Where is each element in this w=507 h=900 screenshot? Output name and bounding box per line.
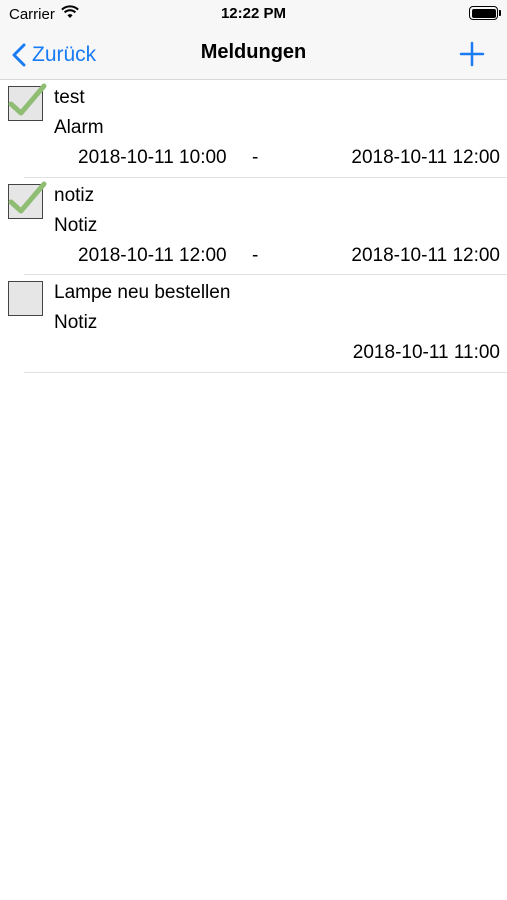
date-range-separator: - [252,147,259,168]
date-range-separator: - [252,244,259,266]
battery-tip [499,10,501,16]
row-divider [24,371,507,373]
page-title: Meldungen [200,41,307,63]
clock: 12:22 PM [220,5,287,22]
checkmark-icon [8,83,47,116]
item-start-date: 2018-10-11 10:00 [78,147,227,168]
add-icon[interactable] [456,38,488,70]
list-item[interactable]: test Alarm 2018-10-11 10:00 - 2018-10-11… [0,80,507,178]
list-item[interactable]: notiz Notiz 2018-10-11 12:00 - 2018-10-1… [0,178,507,275]
battery-icon [469,6,498,20]
item-end-date: 2018-10-11 11:00 [352,342,500,363]
item-end-date: 2018-10-11 12:00 [351,244,500,266]
checkbox[interactable] [8,281,43,316]
item-end-date: 2018-10-11 12:00 [351,147,500,168]
status-bar: Carrier 12:22 PM [0,0,507,30]
checkbox[interactable] [8,83,47,121]
notification-list: test Alarm 2018-10-11 10:00 - 2018-10-11… [0,80,507,373]
list-item[interactable]: Lampe neu bestellen Notiz 2018-10-11 11:… [0,275,507,373]
navigation-bar: Zurück Meldungen [0,30,507,80]
item-type: Alarm [54,117,104,138]
checkmark-icon [8,181,47,213]
item-title: notiz [54,184,95,206]
item-type: Notiz [54,312,98,333]
checkbox[interactable] [8,181,47,219]
item-title: Lampe neu bestellen [54,282,231,303]
item-type: Notiz [54,214,98,236]
item-start-date: 2018-10-11 12:00 [78,244,227,266]
item-title: test [54,87,85,108]
